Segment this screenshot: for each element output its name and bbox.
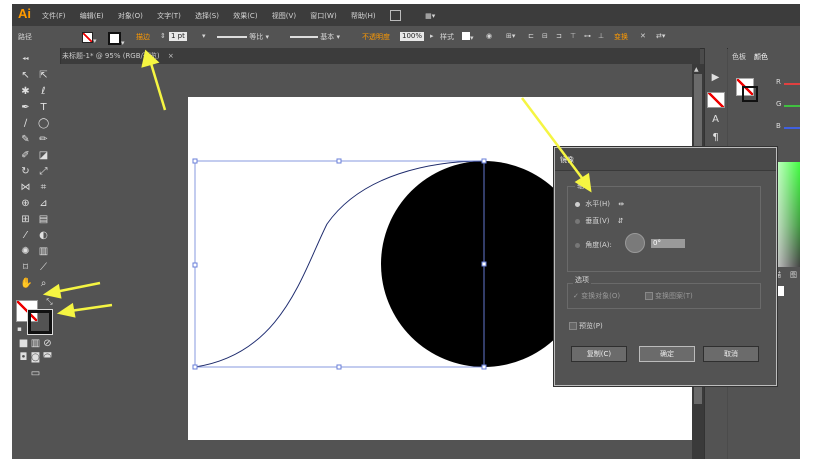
- arrow-to-stroke: [148, 59, 167, 111]
- arrow-head: [56, 302, 76, 318]
- annotation-arrows: [42, 49, 592, 318]
- arrow-to-horizontal: [521, 97, 586, 183]
- arrow-to-fill: [54, 281, 101, 294]
- arrow-head: [42, 283, 62, 299]
- arrow-head: [574, 172, 592, 193]
- annotation-overlay: [42, 49, 592, 318]
- arrow-head: [141, 49, 160, 68]
- arrow-to-stroke-swatch: [69, 303, 113, 313]
